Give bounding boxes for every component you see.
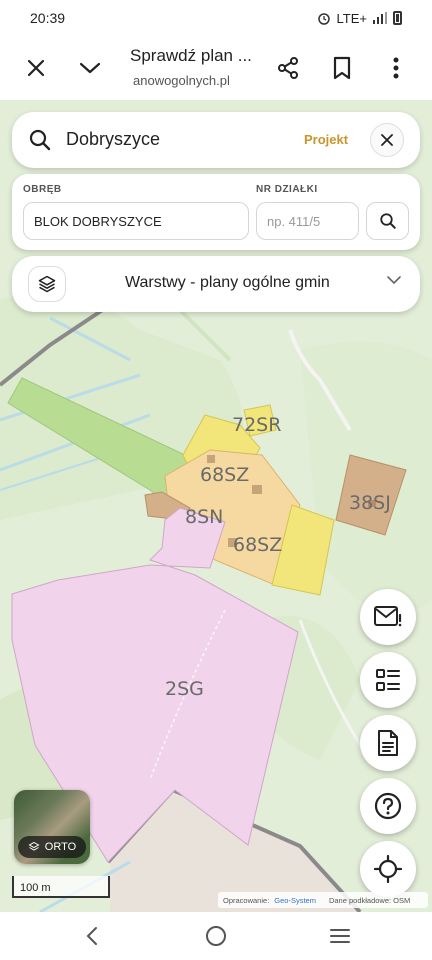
page-title: Sprawdź plan ...: [130, 46, 252, 65]
close-icon: [27, 59, 45, 77]
chevron-down-icon: [79, 62, 101, 74]
close-icon: [381, 134, 393, 146]
more-vert-icon: [393, 57, 399, 79]
nav-recents-button[interactable]: [328, 924, 352, 948]
legend-button[interactable]: [360, 652, 416, 708]
battery-icon: [393, 11, 402, 25]
status-bar: 20:39 LTE+: [0, 0, 432, 36]
bookmark-button[interactable]: [324, 50, 360, 86]
attribution-provider-link[interactable]: Geo-System: [274, 896, 316, 905]
browser-toolbar: Sprawdź plan ... anowogolnych.pl: [0, 36, 432, 100]
close-tab-button[interactable]: [18, 50, 54, 86]
bookmark-icon: [333, 56, 351, 80]
collapse-button[interactable]: [72, 50, 108, 86]
attribution-base: Dane podkładowe: OSM: [328, 895, 411, 905]
nav-back-button[interactable]: [80, 924, 104, 948]
locate-icon: [373, 854, 403, 884]
back-icon: [86, 927, 97, 945]
help-icon: [374, 792, 402, 820]
recents-icon: [330, 929, 350, 943]
search-input[interactable]: Dobryszyce: [66, 129, 160, 150]
zone-label: 68SZ: [233, 534, 283, 556]
alarm-icon: [317, 13, 330, 25]
document-icon: [378, 730, 398, 756]
page-url: anowogolnych.pl: [133, 73, 230, 88]
zone-label: 72SR: [232, 414, 282, 436]
nav-home-button[interactable]: [204, 924, 228, 948]
map-attribution: Opracowanie: Geo-System Dane podkładowe:…: [218, 892, 428, 908]
zone-label: 38SJ: [349, 492, 391, 514]
nr-dzialki-field[interactable]: np. 411/5: [256, 202, 359, 240]
search-bar: Dobryszyce Projekt: [12, 112, 420, 168]
zone-label: 8SN: [185, 506, 224, 528]
zone-label: 2SG: [165, 678, 204, 700]
clear-search-button[interactable]: [370, 123, 404, 157]
nr-dzialki-label: NR DZIAŁKI: [256, 184, 318, 195]
share-icon: [278, 57, 298, 79]
orto-toggle[interactable]: ORTO: [14, 790, 90, 864]
scale-bar: 100 m: [12, 876, 110, 898]
locate-button[interactable]: [360, 841, 416, 897]
projekt-badge[interactable]: Projekt: [304, 132, 348, 147]
help-button[interactable]: [360, 778, 416, 834]
contact-button[interactable]: [360, 589, 416, 645]
chevron-down-icon: [387, 276, 401, 285]
scale-label: 100 m: [20, 882, 51, 894]
mail-alert-icon: [374, 606, 402, 627]
obreb-label: OBRĘB: [23, 184, 62, 195]
system-nav-bar: [0, 912, 432, 960]
layers-label: Warstwy - plany ogólne gmin: [125, 274, 330, 291]
parcel-search-panel: OBRĘB NR DZIAŁKI BLOK DOBRYSZYCE np. 411…: [12, 174, 420, 250]
share-button[interactable]: [270, 50, 306, 86]
attribution-prefix: Opracowanie:: [223, 895, 270, 905]
home-icon: [206, 926, 226, 946]
layers-icon: [28, 266, 66, 302]
network-type: LTE+: [336, 10, 367, 26]
orto-chip: ORTO: [18, 836, 86, 858]
signal-icon: [373, 12, 387, 24]
document-button[interactable]: [360, 715, 416, 771]
parcel-search-button[interactable]: [366, 202, 409, 240]
layers-icon: [28, 841, 40, 851]
search-icon: [379, 213, 396, 229]
zone-label: 68SZ: [200, 464, 250, 486]
more-menu-button[interactable]: [378, 50, 414, 86]
layers-selector[interactable]: Warstwy - plany ogólne gmin: [12, 256, 420, 312]
obreb-field[interactable]: BLOK DOBRYSZYCE: [23, 202, 249, 240]
status-time: 20:39: [30, 10, 66, 26]
orto-label: ORTO: [44, 841, 77, 853]
legend-list-icon: [376, 669, 400, 691]
status-icons: LTE+: [317, 11, 402, 26]
search-icon: [28, 128, 52, 152]
